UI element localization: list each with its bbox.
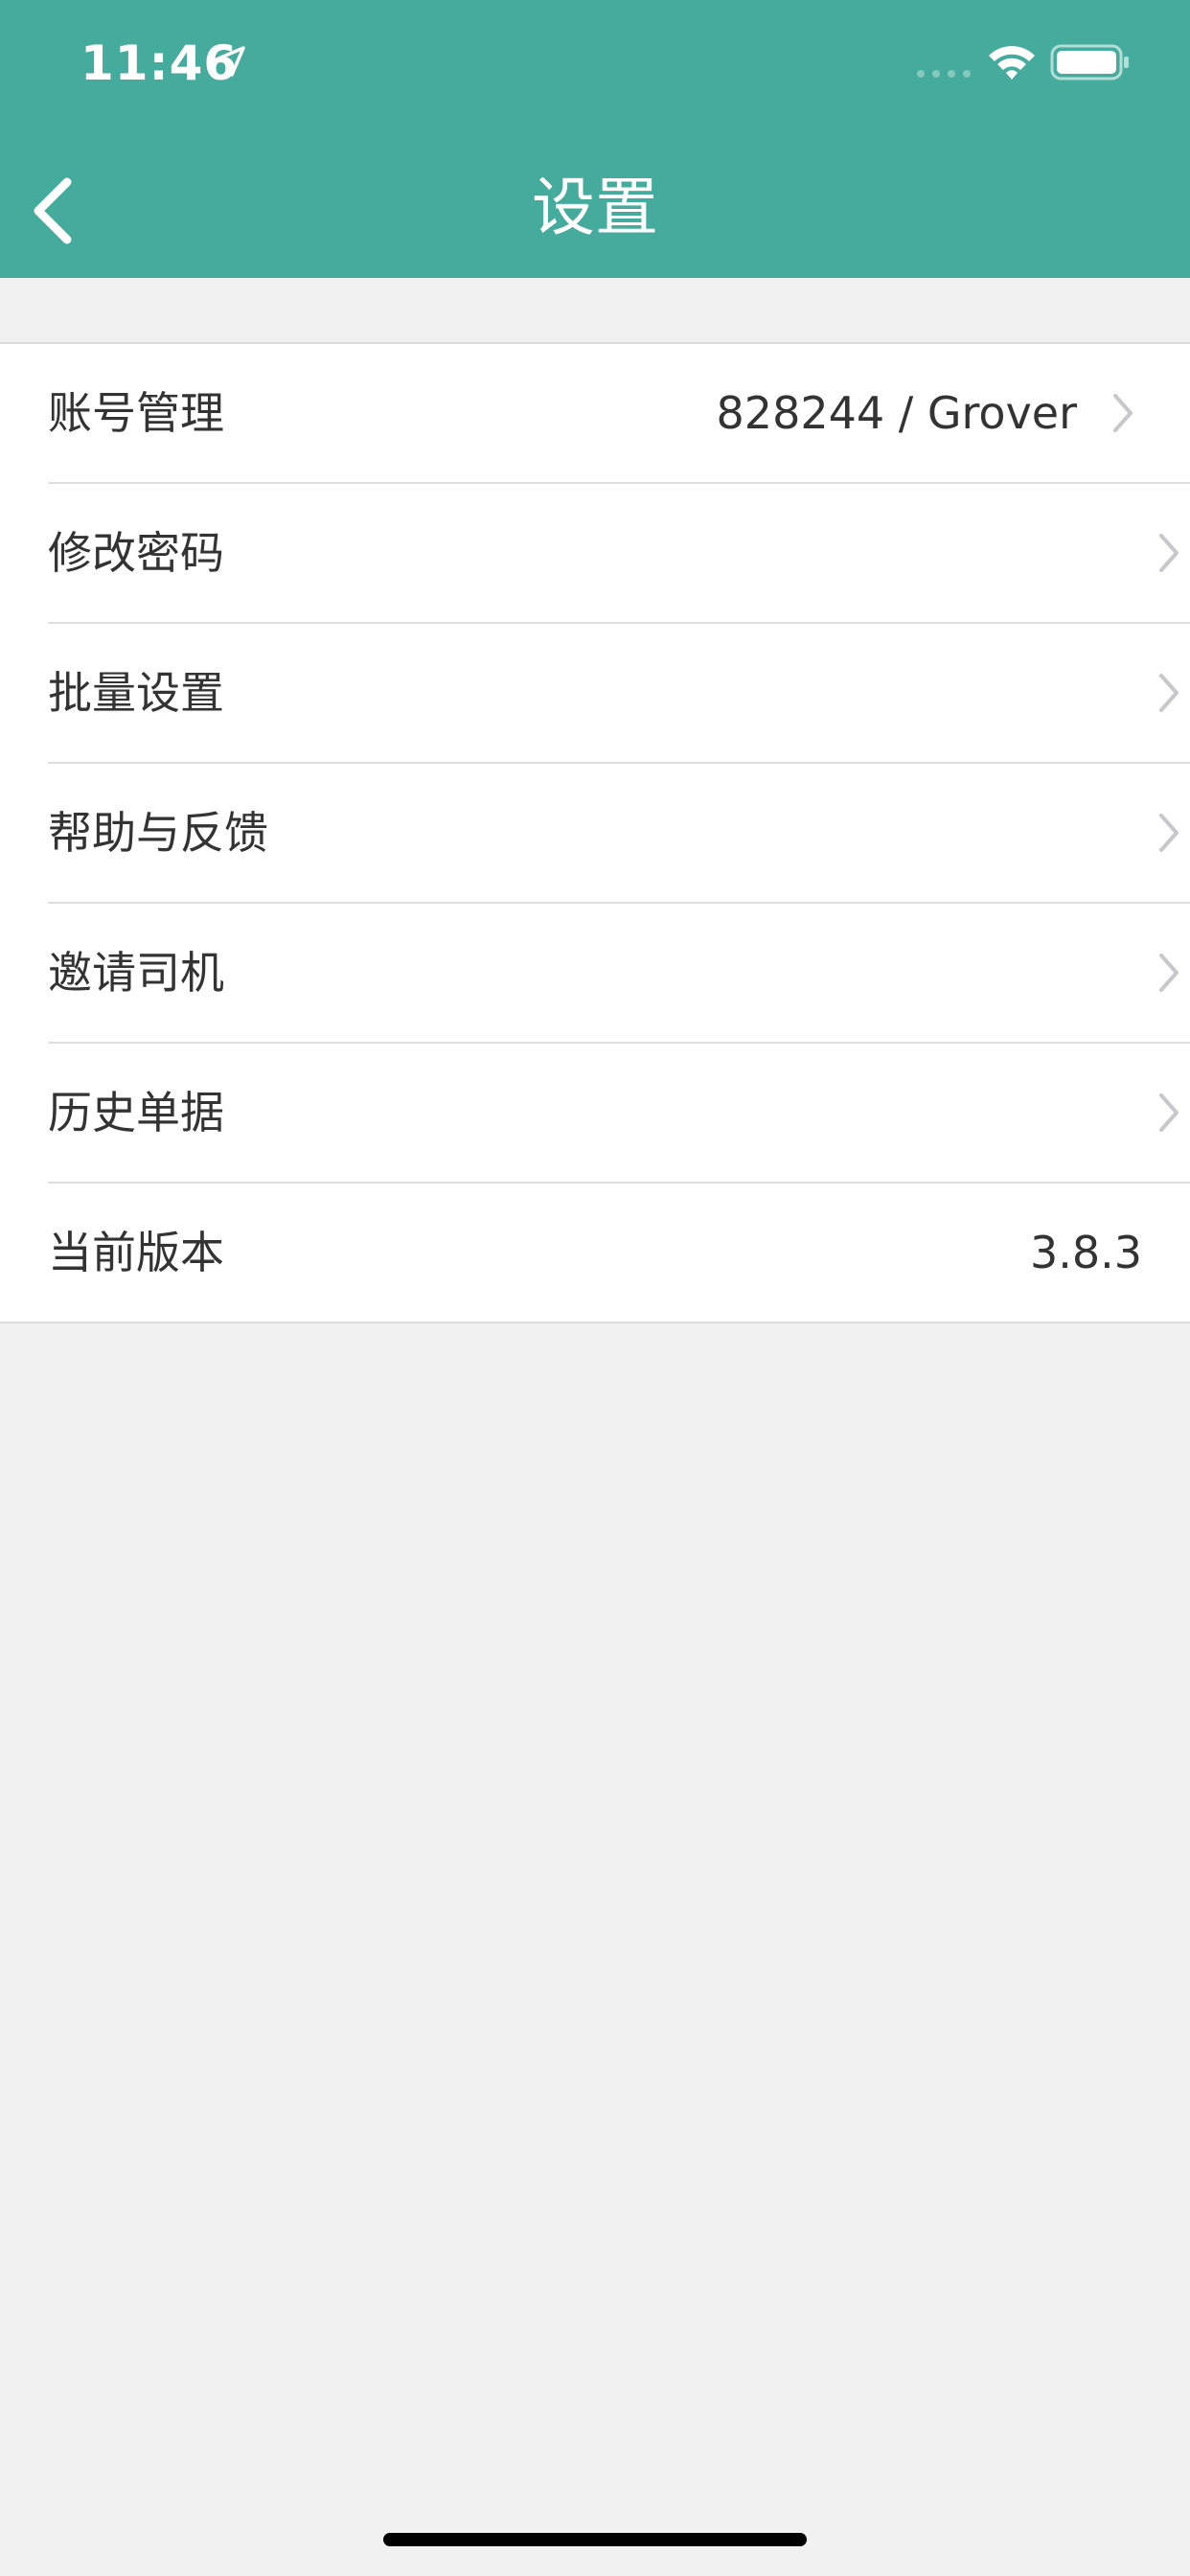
row-label: 批量设置 xyxy=(48,667,224,719)
location-arrow-icon xyxy=(215,46,245,77)
row-label: 当前版本 xyxy=(48,1227,224,1278)
row-label: 邀请司机 xyxy=(48,947,224,999)
settings-row-batch-settings[interactable]: 批量设置 xyxy=(48,622,1190,762)
wifi-icon xyxy=(989,46,1035,80)
row-label: 历史单据 xyxy=(48,1087,224,1138)
version-value: 3.8.3 xyxy=(1029,1227,1142,1278)
settings-row-invite-driver[interactable]: 邀请司机 xyxy=(48,902,1190,1042)
row-label: 帮助与反馈 xyxy=(48,807,268,859)
settings-row-history-orders[interactable]: 历史单据 xyxy=(48,1042,1190,1182)
page-title: 设置 xyxy=(532,171,658,244)
settings-row-current-version: 当前版本 3.8.3 xyxy=(48,1182,1190,1322)
home-indicator[interactable] xyxy=(383,2533,807,2546)
chevron-right-icon xyxy=(1159,534,1179,572)
row-label: 账号管理 xyxy=(48,387,224,439)
settings-list: 账号管理 828244 / Grover 修改密码 批量设置 帮助与反馈 邀请司… xyxy=(0,342,1190,1323)
settings-row-help-feedback[interactable]: 帮助与反馈 xyxy=(48,762,1190,902)
row-value: 828244 / Grover xyxy=(716,387,1077,439)
cellular-signal-icon xyxy=(917,70,971,78)
row-label: 修改密码 xyxy=(48,527,224,579)
settings-row-account[interactable]: 账号管理 828244 / Grover xyxy=(0,344,1190,482)
chevron-right-icon xyxy=(1159,954,1179,992)
chevron-right-icon xyxy=(1159,814,1179,852)
battery-icon xyxy=(1050,44,1129,80)
nav-header: 11:46 设置 xyxy=(0,0,1190,278)
chevron-right-icon xyxy=(1159,674,1179,712)
chevron-right-icon xyxy=(1113,394,1133,432)
chevron-right-icon xyxy=(1159,1093,1179,1132)
settings-row-change-password[interactable]: 修改密码 xyxy=(48,482,1190,622)
